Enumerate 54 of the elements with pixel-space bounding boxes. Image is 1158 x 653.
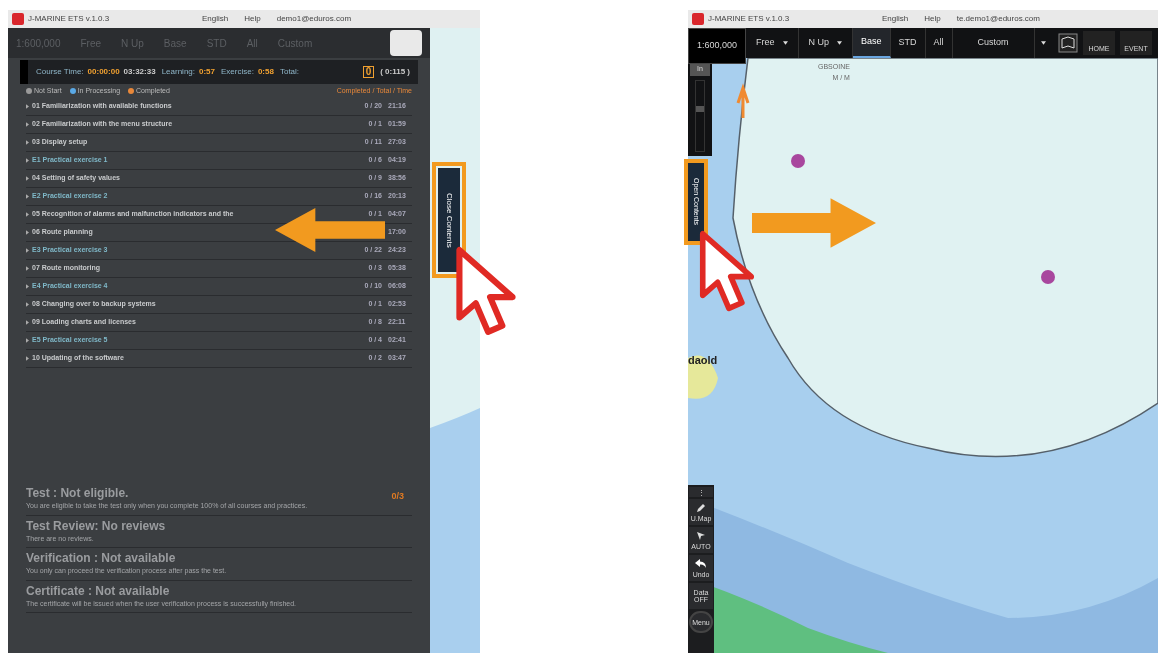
- header-link[interactable]: English: [882, 13, 909, 25]
- place-label: daold: [688, 353, 718, 368]
- header-link[interactable]: demo1@eduros.com: [276, 13, 352, 25]
- undo-icon: [695, 558, 707, 569]
- expand-caret-icon[interactable]: [26, 158, 29, 163]
- expand-caret-icon[interactable]: [26, 248, 29, 253]
- pointer-cursor-icon: [455, 246, 517, 338]
- pointer-icon: [696, 530, 706, 541]
- expand-caret-icon[interactable]: [26, 338, 29, 343]
- stat-label: Learning:: [161, 66, 195, 78]
- stat-label: Total:: [279, 66, 300, 78]
- expand-caret-icon[interactable]: [26, 122, 29, 127]
- caret-icon: [837, 41, 843, 45]
- total-count: 0: [362, 66, 375, 78]
- header-link[interactable]: te.demo1@eduros.com: [956, 13, 1040, 25]
- app-logo-icon: [692, 13, 704, 25]
- stat-value: 0:57: [199, 66, 215, 78]
- stat-label: Course Time:: [36, 66, 84, 78]
- expand-caret-icon[interactable]: [26, 194, 29, 199]
- chart-book-icon[interactable]: [1058, 33, 1078, 53]
- close-contents-tab[interactable]: Close Contents: [438, 168, 460, 272]
- stat-value: 00:00:00: [87, 66, 120, 78]
- section-title: Test Review: No reviews: [26, 518, 166, 534]
- app-logo-icon: [12, 13, 24, 25]
- scale-display[interactable]: 1:600,000: [688, 28, 746, 64]
- expand-caret-icon[interactable]: [26, 140, 29, 145]
- section-title: Certificate : Not available: [26, 583, 171, 599]
- caret-icon: [1041, 41, 1047, 45]
- stat-value: 03:32:33: [123, 66, 156, 78]
- stat-value: 0:58: [257, 66, 274, 78]
- section-title: Verification : Not available: [26, 551, 177, 566]
- expand-caret-icon[interactable]: [26, 320, 29, 325]
- app-title: J-MARINE ETS v.1.0.3: [708, 13, 791, 25]
- header-link[interactable]: Help: [244, 13, 261, 25]
- expand-caret-icon[interactable]: [26, 176, 29, 181]
- app-title: J-MARINE ETS v.1.0.3: [28, 13, 111, 25]
- expand-caret-icon[interactable]: [26, 266, 29, 271]
- pencil-icon: [696, 502, 706, 513]
- zoom-slider-thumb[interactable]: [696, 106, 704, 112]
- pointer-cursor-icon: [699, 230, 755, 314]
- stat-label: Exercise:: [221, 66, 254, 78]
- section-title: Test : Not eligible.: [26, 486, 130, 501]
- caret-icon: [782, 41, 788, 45]
- toolbar-tab[interactable]: Base: [853, 28, 891, 58]
- expand-caret-icon[interactable]: [26, 212, 29, 217]
- header-link[interactable]: English: [202, 13, 229, 25]
- expand-caret-icon[interactable]: [26, 230, 29, 235]
- expand-caret-icon[interactable]: [26, 302, 29, 307]
- total-time: ( 0:115 ): [380, 66, 410, 78]
- test-score: 0/3: [391, 490, 404, 503]
- header-link[interactable]: Help: [924, 13, 941, 25]
- expand-caret-icon[interactable]: [26, 356, 29, 361]
- expand-caret-icon[interactable]: [26, 284, 29, 289]
- expand-caret-icon[interactable]: [26, 104, 29, 109]
